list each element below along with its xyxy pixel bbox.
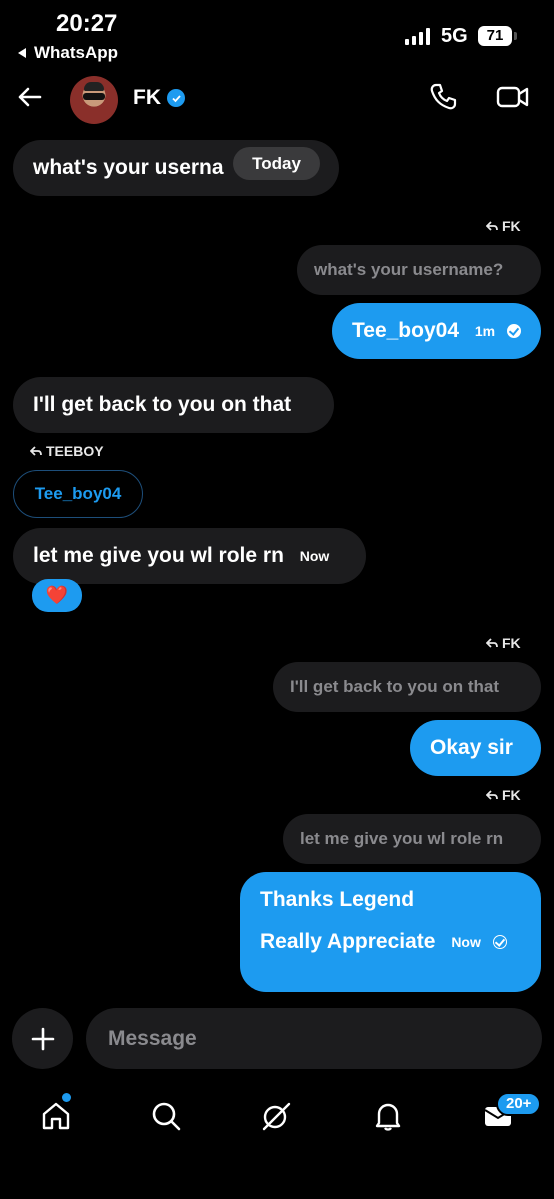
quoted-message[interactable]: what's your username?	[297, 245, 541, 295]
home-unread-dot	[62, 1093, 71, 1102]
reply-to-label: TEEBOY	[30, 443, 104, 459]
message-incoming[interactable]: let me give you wl role rn Now	[13, 528, 366, 584]
quoted-message[interactable]: let me give you wl role rn	[283, 814, 541, 864]
video-call-icon[interactable]	[496, 82, 530, 112]
nav-grok[interactable]	[258, 1098, 294, 1134]
quoted-text: what's your username?	[314, 260, 504, 279]
phone-icon[interactable]	[428, 82, 458, 112]
message-text-line: Thanks Legend	[260, 888, 415, 911]
messages-badge: 20+	[496, 1092, 542, 1116]
read-check-icon	[506, 324, 521, 339]
heart-icon: ❤️	[45, 585, 69, 605]
clock: 20:27	[56, 10, 118, 37]
message-input[interactable]	[86, 1008, 542, 1069]
message-outgoing[interactable]: Okay sir	[410, 720, 541, 776]
network-type: 5G	[441, 25, 468, 47]
quoted-text: I'll get back to you on that	[290, 677, 499, 696]
back-to-app-link[interactable]: WhatsApp	[18, 43, 118, 63]
message-time: 1m	[474, 323, 496, 340]
bell-icon	[375, 1103, 401, 1131]
heart-reaction[interactable]: ❤️	[32, 579, 82, 612]
message-time: Now	[451, 934, 481, 951]
reply-to-label: FK	[486, 218, 521, 234]
reply-arrow-icon	[486, 221, 498, 231]
reply-to-label: FK	[486, 787, 521, 803]
sent-check-icon	[492, 935, 507, 950]
attach-button[interactable]	[12, 1008, 73, 1069]
message-text: I'll get back to you on that	[33, 393, 292, 416]
chat-header: FK	[0, 70, 554, 130]
reply-to-name: TEEBOY	[46, 443, 104, 459]
contact-name-label: FK	[133, 86, 161, 109]
contact-name[interactable]: FK	[133, 86, 185, 110]
message-text: let me give you wl role rn	[33, 544, 284, 567]
bottom-nav	[0, 1090, 554, 1150]
status-bar: 20:27 WhatsApp 5G 71	[0, 0, 554, 66]
search-icon	[152, 1102, 181, 1131]
reply-arrow-icon	[30, 446, 42, 456]
plus-icon	[31, 1027, 54, 1050]
nav-search[interactable]	[148, 1098, 184, 1134]
message-outgoing[interactable]: Tee_boy04 1m	[332, 303, 541, 359]
message-outgoing[interactable]: Thanks Legend Really Appreciate Now	[240, 872, 541, 992]
message-text-line: Really Appreciate	[260, 930, 436, 953]
battery-icon: 71	[478, 26, 517, 46]
message-text: Okay sir	[430, 736, 513, 759]
reply-arrow-icon	[486, 638, 498, 648]
home-icon	[42, 1102, 70, 1130]
reply-to-name: FK	[502, 635, 521, 651]
avatar[interactable]	[70, 76, 118, 124]
message-incoming[interactable]: I'll get back to you on that	[13, 377, 334, 433]
quoted-text: let me give you wl role rn	[300, 829, 504, 848]
reply-to-label: FK	[486, 635, 521, 651]
signal-icon	[405, 28, 430, 45]
message-text: what's your userna	[33, 156, 224, 179]
back-triangle-icon	[18, 48, 26, 58]
nav-home[interactable]	[38, 1098, 74, 1134]
verified-badge-icon	[167, 89, 185, 107]
nav-notifications[interactable]	[370, 1098, 406, 1134]
reply-to-name: FK	[502, 218, 521, 234]
reply-to-name: FK	[502, 787, 521, 803]
date-separator: Today	[233, 147, 320, 180]
back-arrow-icon[interactable]	[14, 82, 44, 112]
reply-arrow-icon	[486, 790, 498, 800]
grok-icon	[262, 1102, 291, 1131]
quoted-message[interactable]: Tee_boy04	[13, 470, 143, 518]
message-time: Now	[299, 548, 330, 565]
message-text: Tee_boy04	[352, 319, 459, 342]
back-app-label: WhatsApp	[34, 43, 119, 62]
quoted-message[interactable]: I'll get back to you on that	[273, 662, 541, 712]
